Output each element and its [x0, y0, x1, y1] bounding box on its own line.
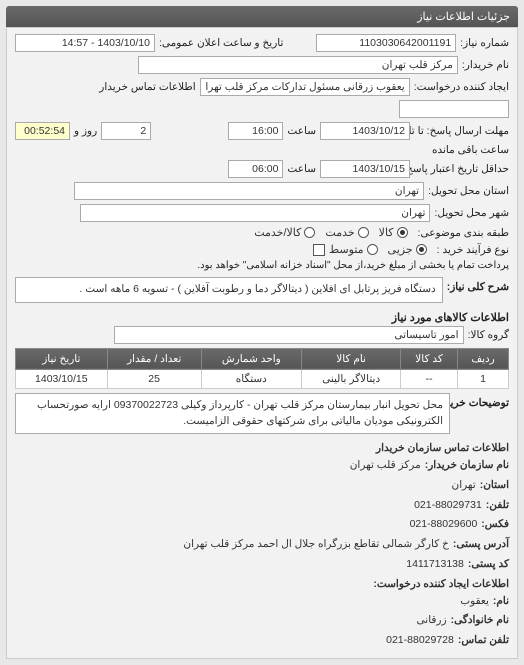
time-label-2: ساعت [287, 163, 316, 175]
goods-group-input[interactable] [114, 326, 464, 344]
treasury-checkbox[interactable] [313, 244, 325, 256]
class-radio-kala[interactable]: کالا [379, 226, 408, 239]
cell-unit: دستگاه [201, 369, 301, 388]
process-radio-motavaset[interactable]: متوسط [329, 243, 378, 256]
cell-qty: 25 [107, 369, 201, 388]
fam-label: نام خانوادگی: [451, 612, 509, 629]
class-radio-both[interactable]: کالا/خدمت [254, 226, 315, 239]
creator-input[interactable] [200, 78, 410, 96]
goods-group-label: گروه کالا: [468, 329, 509, 341]
radio-icon [397, 227, 408, 238]
creator-label: ایجاد کننده درخواست: [414, 81, 509, 93]
buyer-note-label: توضیحات خریدار: [454, 393, 509, 409]
days-left-input[interactable] [101, 122, 151, 140]
org-label: نام سازمان خریدار: [425, 457, 509, 474]
time-label-1: ساعت [287, 125, 316, 137]
time-left-label: ساعت باقی مانده [432, 144, 509, 156]
addr-value: خ کارگر شمالی تقاطع بزرگراه جلال ال احمد… [183, 536, 449, 553]
cell-name: دیتالاگر بالینی [301, 369, 400, 388]
province-input[interactable] [74, 182, 424, 200]
th-code: کد کالا [401, 348, 458, 369]
tel-value: 021-88029731 [414, 497, 482, 514]
min-time-input[interactable] [228, 160, 283, 178]
radio-icon [416, 244, 427, 255]
ctel-value: 021-88029728 [386, 632, 454, 649]
fax-value: 021-88029600 [410, 516, 478, 533]
buyer-name-label: نام خریدار: [462, 59, 509, 71]
zip-value: 1411713138 [406, 556, 464, 573]
th-qty: تعداد / مقدار [107, 348, 201, 369]
prov-label: استان: [480, 477, 509, 494]
class-radio-group: کالا خدمت کالا/خدمت [254, 226, 407, 239]
buyer-name-input[interactable] [138, 56, 458, 74]
time-left-input[interactable] [15, 122, 70, 140]
process-opt2-label: متوسط [329, 243, 364, 256]
cell-row: 1 [457, 369, 508, 388]
province-label: استان محل تحویل: [428, 185, 509, 197]
table-row[interactable]: 1 -- دیتالاگر بالینی دستگاه 25 1403/10/1… [16, 369, 509, 388]
overall-desc-box: دستگاه فریز پرتابل ای افلاین ( دیتالاگر … [15, 277, 443, 303]
th-name: نام کالا [301, 348, 400, 369]
class-opt1-label: کالا [379, 226, 394, 239]
buyer-note-box: محل تحویل انبار بیمارستان مرکز قلب تهران… [15, 393, 450, 435]
radio-icon [367, 244, 378, 255]
class-opt2-label: خدمت [325, 226, 354, 239]
prov-value: تهران [452, 477, 476, 494]
zip-label: کد پستی: [468, 556, 509, 573]
process-label: نوع فرآیند خرید : [437, 244, 509, 256]
fax-label: فکس: [481, 516, 509, 533]
buyer-contact-input[interactable] [399, 100, 509, 118]
cell-code: -- [401, 369, 458, 388]
request-no-input[interactable] [316, 34, 456, 52]
process-note: پرداخت تمام یا بخشی از مبلغ خرید،از محل … [197, 260, 509, 271]
th-need-date: تاریخ نیاز [16, 348, 108, 369]
tel-label: تلفن: [486, 497, 509, 514]
deadline-date-label: مهلت ارسال پاسخ: تا تاریخ: [414, 125, 509, 137]
days-left-label: روز و [74, 125, 97, 137]
overall-desc-label: شرح کلی نیاز: [447, 277, 509, 293]
announce-date-input[interactable] [15, 34, 155, 52]
class-opt3-label: کالا/خدمت [254, 226, 301, 239]
deadline-time-input[interactable] [228, 122, 283, 140]
fam-value: زرقانی [417, 612, 447, 629]
request-no-label: شماره نیاز: [460, 37, 509, 49]
contact-panel: اطلاعات تماس سازمان خریدار نام سازمان خر… [15, 440, 509, 649]
deadline-date-input[interactable] [320, 122, 410, 140]
buyer-contact-label: اطلاعات تماس خریدار [99, 81, 195, 93]
cell-need-date: 1403/10/15 [16, 369, 108, 388]
class-radio-khedmat[interactable]: خدمت [325, 226, 368, 239]
name-value: یعقوب [460, 593, 489, 610]
process-opt1-label: جزیی [388, 243, 413, 256]
goods-table: ردیف کد کالا نام کالا واحد شمارش تعداد /… [15, 348, 509, 389]
page-title: جزئیات اطلاعات نیاز [6, 6, 518, 27]
ctel-label: تلفن تماس: [458, 632, 509, 649]
contact-header: اطلاعات تماس سازمان خریدار [15, 440, 509, 457]
addr-label: آدرس پستی: [453, 536, 509, 553]
th-unit: واحد شمارش [201, 348, 301, 369]
process-radio-group: جزیی متوسط [329, 243, 427, 256]
goods-header: اطلاعات کالاهای مورد نیاز [15, 307, 509, 326]
radio-icon [358, 227, 369, 238]
class-label: طبقه بندی موضوعی: [418, 227, 509, 239]
details-panel: شماره نیاز: تاریخ و ساعت اعلان عمومی: نا… [6, 27, 518, 659]
name-label: نام: [493, 593, 509, 610]
announce-date-label: تاریخ و ساعت اعلان عمومی: [159, 37, 283, 49]
radio-icon [304, 227, 315, 238]
org-value: مرکز قلب تهران [350, 457, 421, 474]
process-radio-jozi[interactable]: جزیی [388, 243, 427, 256]
table-header-row: ردیف کد کالا نام کالا واحد شمارش تعداد /… [16, 348, 509, 369]
creator-header: اطلاعات ایجاد کننده درخواست: [15, 576, 509, 593]
min-date-input[interactable] [320, 160, 410, 178]
city-label: شهر محل تحویل: [434, 207, 509, 219]
min-date-label: حداقل تاریخ اعتبار پاسخ: تا تاریخ: [414, 163, 509, 175]
city-input[interactable] [80, 204, 430, 222]
th-row: ردیف [457, 348, 508, 369]
